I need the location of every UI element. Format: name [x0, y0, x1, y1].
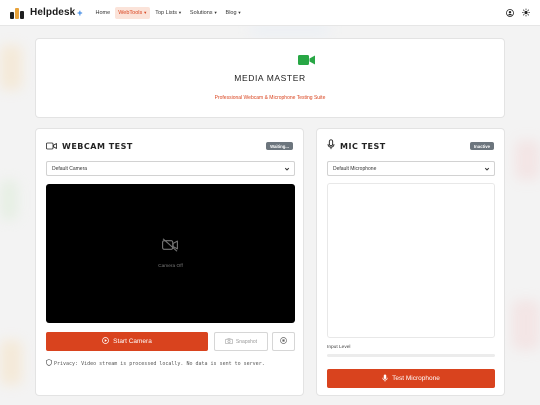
camera-select[interactable]: Default Camera: [46, 161, 295, 176]
nav-item-label: Home: [95, 9, 111, 16]
brand-plus: +: [77, 7, 83, 18]
camera-select-value: Default Camera: [52, 165, 88, 172]
nav-item-label: Top Lists: [155, 9, 177, 16]
webcam-title: WEBCAM TEST: [62, 141, 133, 151]
start-camera-button[interactable]: Start Camera: [46, 332, 208, 351]
microphone-select[interactable]: Default Microphone: [327, 161, 495, 176]
chevron-down-icon: [284, 166, 290, 174]
camera-icon: [225, 337, 233, 346]
input-level-label: Input Level: [327, 345, 351, 350]
nav-item-webtools[interactable]: WebTools ▼: [115, 6, 151, 19]
privacy-note: Privacy: Video stream is processed local…: [46, 359, 295, 369]
brand-logo-icon: [10, 7, 26, 19]
snapshot-button[interactable]: Snapshot: [214, 332, 268, 351]
microphone-select-value: Default Microphone: [333, 165, 377, 172]
hero-title: MEDIA MASTER: [234, 73, 306, 83]
mic-test-card: MIC TEST Inactive Default Microphone Inp…: [316, 128, 505, 396]
camera-off-icon: [161, 238, 179, 257]
webcam-test-card: WEBCAM TEST Waiting... Default Camera Ca…: [35, 128, 304, 396]
snapshot-label: Snapshot: [235, 338, 258, 345]
privacy-text: Privacy: Video stream is processed local…: [54, 361, 265, 367]
chevron-down-icon: [484, 166, 490, 174]
sun-icon[interactable]: [522, 8, 530, 17]
video-preview: Camera Off: [46, 184, 295, 323]
microphone-icon: [382, 374, 388, 384]
mic-title: MIC TEST: [340, 141, 386, 151]
nav-item-label: Blog: [225, 9, 237, 16]
stop-button[interactable]: [272, 332, 295, 351]
start-camera-label: Start Camera: [113, 338, 152, 345]
camera-off-label: Camera Off: [158, 264, 183, 269]
mic-status-badge: Inactive: [469, 142, 494, 150]
test-microphone-button[interactable]: Test Microphone: [327, 369, 495, 388]
caret-down-icon: ▼: [143, 10, 148, 15]
nav-item-label: WebTools: [118, 9, 143, 16]
user-circle-icon[interactable]: [506, 8, 514, 17]
play-circle-icon: [102, 337, 110, 346]
caret-down-icon: ▼: [213, 10, 218, 15]
shield-icon: [46, 359, 52, 369]
stop-circle-icon: [280, 337, 287, 346]
brand-logo-link[interactable]: Helpdesk +: [10, 7, 83, 19]
caret-down-icon: ▼: [177, 10, 182, 15]
microphone-icon: [327, 137, 335, 155]
webcam-status-badge: Waiting...: [266, 142, 293, 150]
audio-visualizer: [327, 183, 495, 338]
webcam-card-header: WEBCAM TEST Waiting...: [46, 139, 293, 153]
nav-item-top-lists[interactable]: Top Lists ▼: [152, 7, 185, 19]
nav-item-home[interactable]: Home: [93, 7, 114, 19]
caret-down-icon: ▼: [237, 10, 242, 15]
nav-item-label: Solutions: [189, 9, 213, 16]
input-level-bar: [327, 354, 495, 357]
hero-card: MEDIA MASTER Professional Webcam & Micro…: [35, 38, 505, 118]
camera-outline-icon: [46, 137, 57, 155]
nav-item-blog[interactable]: Blog ▼: [223, 7, 245, 19]
mic-card-header: MIC TEST Inactive: [327, 139, 494, 153]
brand-name: Helpdesk: [30, 7, 76, 18]
hero-subtitle: Professional Webcam & Microphone Testing…: [214, 95, 326, 101]
test-microphone-label: Test Microphone: [392, 375, 440, 382]
nav-item-solutions[interactable]: Solutions ▼: [187, 7, 221, 19]
top-navbar: Helpdesk + Home WebTools ▼ Top Lists ▼ S…: [0, 0, 540, 26]
video-camera-icon: [298, 53, 315, 71]
